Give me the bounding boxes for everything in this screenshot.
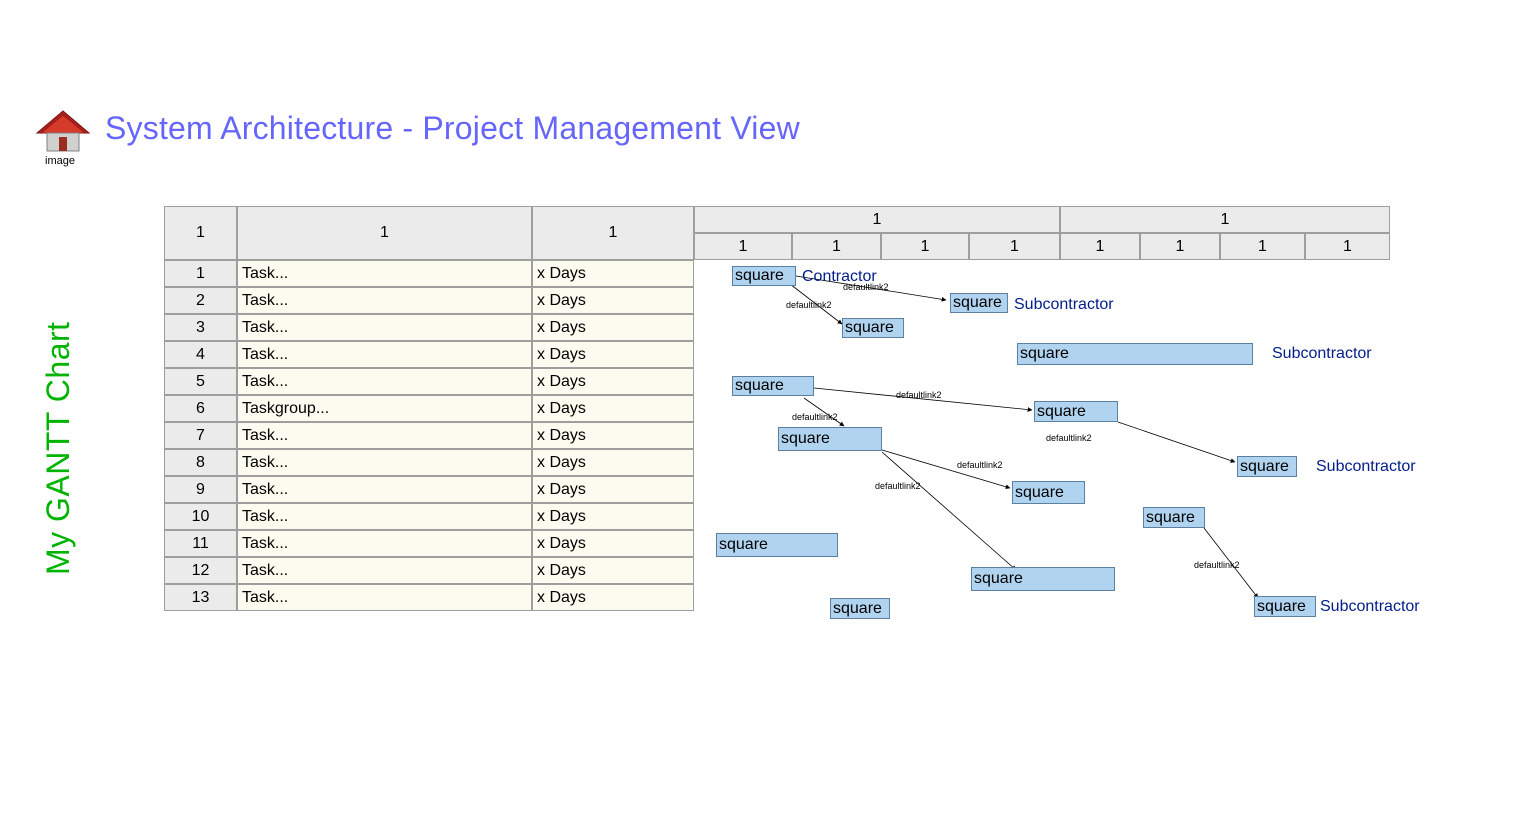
task-name: Task... bbox=[237, 422, 532, 449]
gantt-bar[interactable]: square bbox=[732, 376, 814, 396]
task-duration: x Days bbox=[532, 314, 694, 341]
header-sub-cell: 1 bbox=[881, 233, 969, 260]
header-cell: 1 bbox=[694, 206, 1060, 233]
gantt-link-label: defaultlink2 bbox=[896, 390, 942, 400]
gantt-bar-label: Subcontractor bbox=[1316, 458, 1416, 476]
gantt-link-label: defaultlink2 bbox=[1046, 433, 1092, 443]
gantt-bar-label: Subcontractor bbox=[1272, 345, 1372, 363]
row-number: 5 bbox=[164, 368, 237, 395]
task-duration: x Days bbox=[532, 368, 694, 395]
gantt-bar[interactable]: square bbox=[1012, 481, 1085, 504]
row-number: 11 bbox=[164, 530, 237, 557]
task-name: Task... bbox=[237, 287, 532, 314]
gantt-bar[interactable]: square bbox=[1017, 343, 1253, 365]
gantt-link-label: defaultlink2 bbox=[786, 300, 832, 310]
task-name: Task... bbox=[237, 530, 532, 557]
gantt-link-arrow bbox=[1118, 422, 1235, 462]
gantt-bar-label: Subcontractor bbox=[1320, 598, 1420, 616]
gantt-link-label: defaultlink2 bbox=[957, 460, 1003, 470]
row-number: 9 bbox=[164, 476, 237, 503]
header-sub-cell: 1 bbox=[1140, 233, 1220, 260]
gantt-bar[interactable]: square bbox=[716, 533, 838, 557]
gantt-bar[interactable]: square bbox=[1143, 507, 1205, 528]
gantt-link-label: defaultlink2 bbox=[792, 412, 838, 422]
gantt-bar[interactable]: square bbox=[1034, 401, 1118, 422]
header-sub-cell: 1 bbox=[1220, 233, 1305, 260]
task-duration: x Days bbox=[532, 287, 694, 314]
header-sub-cell: 1 bbox=[1060, 233, 1140, 260]
row-number: 4 bbox=[164, 341, 237, 368]
header-cell: 1 bbox=[532, 206, 694, 260]
row-number: 8 bbox=[164, 449, 237, 476]
gantt-bar[interactable]: square bbox=[842, 318, 904, 338]
task-duration: x Days bbox=[532, 395, 694, 422]
task-duration: x Days bbox=[532, 557, 694, 584]
row-number: 7 bbox=[164, 422, 237, 449]
task-name: Task... bbox=[237, 368, 532, 395]
header-sub-cell: 1 bbox=[969, 233, 1060, 260]
task-duration: x Days bbox=[532, 341, 694, 368]
side-label: My GANTT Chart bbox=[40, 321, 77, 575]
header-sub-cell: 1 bbox=[1305, 233, 1390, 260]
task-name: Task... bbox=[237, 584, 532, 611]
gantt-bar[interactable]: square bbox=[971, 567, 1115, 591]
home-icon-label: image bbox=[45, 155, 75, 167]
task-name: Task... bbox=[237, 449, 532, 476]
task-name: Task... bbox=[237, 341, 532, 368]
task-name: Task... bbox=[237, 314, 532, 341]
home-icon bbox=[33, 107, 93, 157]
header-cell: 1 bbox=[1060, 206, 1390, 233]
header-cell: 1 bbox=[164, 206, 237, 260]
row-number: 2 bbox=[164, 287, 237, 314]
task-duration: x Days bbox=[532, 584, 694, 611]
task-name: Task... bbox=[237, 260, 532, 287]
task-duration: x Days bbox=[532, 503, 694, 530]
gantt-link-label: defaultlink2 bbox=[1194, 560, 1240, 570]
gantt-bar[interactable]: square bbox=[732, 266, 796, 286]
row-number: 1 bbox=[164, 260, 237, 287]
page-title: System Architecture - Project Management… bbox=[105, 110, 800, 147]
task-name: Task... bbox=[237, 557, 532, 584]
header-cell: 1 bbox=[237, 206, 532, 260]
task-duration: x Days bbox=[532, 449, 694, 476]
gantt-bar[interactable]: square bbox=[950, 293, 1008, 313]
task-duration: x Days bbox=[532, 476, 694, 503]
row-number: 12 bbox=[164, 557, 237, 584]
task-duration: x Days bbox=[532, 530, 694, 557]
gantt-area: square square square square square square squa… bbox=[694, 260, 1444, 630]
header-sub-cell: 1 bbox=[694, 233, 792, 260]
task-name: Task... bbox=[237, 476, 532, 503]
task-name: Task... bbox=[237, 503, 532, 530]
task-duration: x Days bbox=[532, 422, 694, 449]
gantt-bar[interactable]: square bbox=[1254, 596, 1316, 617]
gantt-bar[interactable]: square bbox=[1237, 456, 1297, 477]
gantt-bar-label: Subcontractor bbox=[1014, 296, 1114, 314]
task-name: Taskgroup... bbox=[237, 395, 532, 422]
gantt-bar[interactable]: square bbox=[830, 598, 890, 619]
row-number: 6 bbox=[164, 395, 237, 422]
row-number: 3 bbox=[164, 314, 237, 341]
row-number: 10 bbox=[164, 503, 237, 530]
gantt-link-label: defaultlink2 bbox=[875, 481, 921, 491]
task-duration: x Days bbox=[532, 260, 694, 287]
gantt-bar[interactable]: square bbox=[778, 427, 882, 451]
header-sub-cell: 1 bbox=[792, 233, 881, 260]
gantt-link-label: defaultlink2 bbox=[843, 282, 889, 292]
row-number: 13 bbox=[164, 584, 237, 611]
